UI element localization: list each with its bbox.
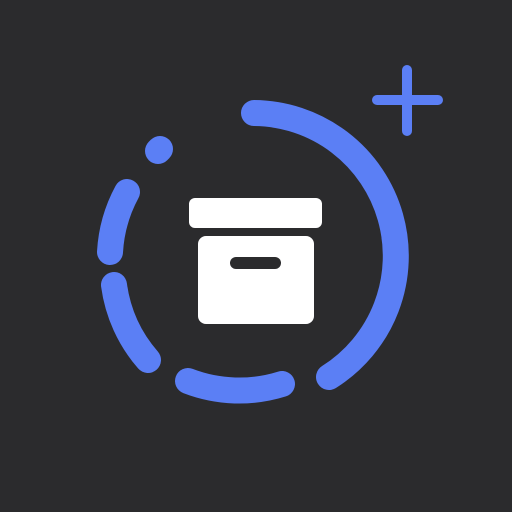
archive-box-icon	[189, 198, 322, 324]
app-icon-graphic	[97, 65, 443, 404]
progress-ring-segment-left-upper	[97, 179, 140, 265]
app-icon	[0, 0, 512, 512]
progress-ring-dot	[145, 136, 173, 164]
progress-ring-segment-left-lower	[101, 272, 161, 373]
archive-box-lid	[189, 198, 322, 228]
progress-ring-segment-bottom	[175, 368, 295, 404]
archive-box-body	[198, 236, 314, 324]
archive-box-handle	[230, 257, 281, 269]
plus-icon	[372, 65, 443, 136]
